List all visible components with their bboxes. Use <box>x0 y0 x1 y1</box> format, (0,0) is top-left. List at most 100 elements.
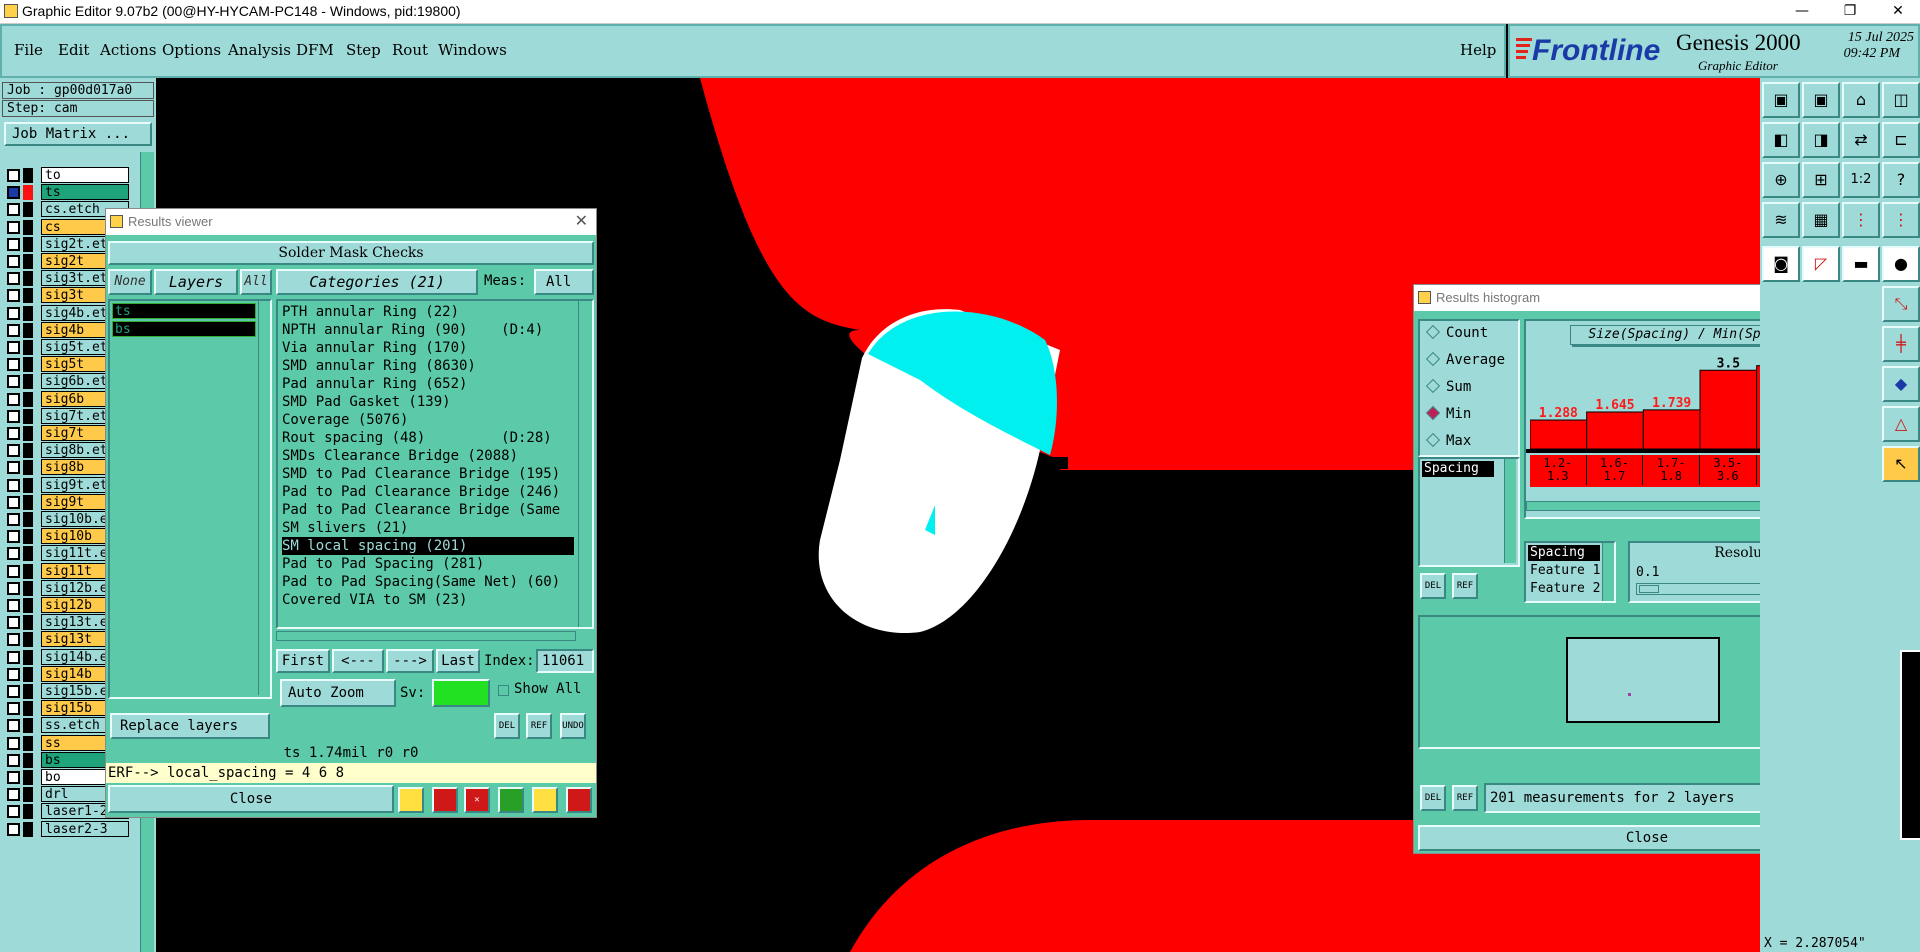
layer-checkbox[interactable] <box>7 805 20 819</box>
layer-checkbox[interactable] <box>7 667 20 681</box>
layer-checkbox[interactable] <box>7 237 20 251</box>
layer-checkbox[interactable] <box>7 599 20 612</box>
field-item[interactable]: Feature 1 <box>1528 563 1600 578</box>
first-button[interactable]: First <box>276 649 330 673</box>
layer-checkbox[interactable] <box>7 375 20 389</box>
list-icon[interactable] <box>532 787 558 813</box>
pan-left-icon[interactable]: ◧ <box>1762 122 1800 158</box>
layer-checkbox[interactable] <box>7 306 20 320</box>
edit-shape-icon[interactable]: ◸ <box>1802 246 1840 282</box>
layers-stack-icon[interactable]: ◆ <box>1882 366 1920 402</box>
layer-color-swatch[interactable] <box>23 649 33 665</box>
layer-checkbox[interactable] <box>7 650 20 664</box>
layer-color-swatch[interactable] <box>23 632 33 648</box>
drc-icon[interactable]: ╪ <box>1882 326 1920 362</box>
restore-button[interactable]: ❐ <box>1828 0 1872 24</box>
category-item[interactable]: Covered VIA to SM (23) <box>282 591 574 609</box>
category-item[interactable]: Pad to Pad Clearance Bridge (Same <box>282 501 574 519</box>
index-field[interactable]: 11061 <box>536 649 594 673</box>
layer-row[interactable]: ts <box>4 183 129 202</box>
replace-layers-dropdown[interactable]: Replace layers <box>110 713 270 739</box>
close-window-button[interactable]: ✕ <box>1876 0 1920 24</box>
layer-color-swatch[interactable] <box>23 735 33 751</box>
layer-color-swatch[interactable] <box>23 185 33 201</box>
layer-checkbox[interactable] <box>7 341 20 354</box>
layer-checkbox[interactable] <box>7 392 20 406</box>
radio-average[interactable]: Average <box>1425 351 1505 368</box>
meas-dropdown[interactable]: All <box>534 269 594 295</box>
show-all-checkbox[interactable] <box>498 685 509 696</box>
layer-color-swatch[interactable] <box>23 357 33 373</box>
radio-sum[interactable]: Sum <box>1425 378 1471 395</box>
layer-color-swatch[interactable] <box>23 408 33 424</box>
layer-color-swatch[interactable] <box>23 391 33 407</box>
layer-checkbox[interactable] <box>7 169 20 182</box>
grid-icon[interactable]: ▦ <box>1802 202 1840 238</box>
canvas-scroll-thumb[interactable] <box>1900 650 1920 840</box>
category-item[interactable]: Pad to Pad Spacing(Same Net) (60) <box>282 573 574 591</box>
field-item[interactable]: Feature 2 <box>1528 581 1600 596</box>
layer-color-swatch[interactable] <box>23 477 33 493</box>
pointer-icon[interactable]: ↖ <box>1882 446 1920 482</box>
layer-color-swatch[interactable] <box>23 598 33 613</box>
layer-color-swatch[interactable] <box>23 374 33 390</box>
hist-del-button[interactable]: DEL <box>1420 573 1446 599</box>
all-layers-button[interactable]: All <box>240 269 272 295</box>
histogram-bar[interactable] <box>1529 419 1588 450</box>
layer-color-swatch[interactable] <box>23 168 33 183</box>
category-item[interactable]: SMDs Clearance Bridge (2088) <box>282 447 574 465</box>
layer-checkbox[interactable] <box>7 736 20 750</box>
layer-color-swatch[interactable] <box>23 236 33 252</box>
layer-up-icon[interactable]: ▣ <box>1762 82 1800 118</box>
job-matrix-button[interactable]: Job Matrix ... <box>4 122 152 146</box>
layer-color-swatch[interactable] <box>23 546 33 562</box>
connect-icon[interactable]: ⤡ <box>1882 286 1920 322</box>
split-view-icon[interactable]: ◫ <box>1882 82 1920 118</box>
zoom-icon[interactable] <box>498 787 524 813</box>
last-button[interactable]: Last <box>436 649 480 673</box>
menu-options[interactable]: Options <box>162 41 221 59</box>
report-icon[interactable] <box>398 787 424 813</box>
layers-scrollbar[interactable] <box>258 301 270 695</box>
layer-checkbox[interactable] <box>7 323 20 337</box>
layer-color-swatch[interactable] <box>23 529 33 545</box>
mirror-icon[interactable]: ⇄ <box>1842 122 1880 158</box>
categories-hscrollbar[interactable] <box>276 631 576 641</box>
category-item[interactable]: Rout spacing (48) (D:28) <box>282 429 574 447</box>
measure-icon[interactable]: ≋ <box>1762 202 1800 238</box>
layer-color-swatch[interactable] <box>23 202 33 218</box>
layer-color-swatch[interactable] <box>23 787 33 803</box>
layer-name[interactable]: laser2-3 <box>41 820 129 837</box>
category-item[interactable]: SMD annular Ring (8630) <box>282 357 574 375</box>
layer-checkbox[interactable] <box>7 530 20 544</box>
layer-color-swatch[interactable] <box>23 494 33 510</box>
category-item[interactable]: PTH annular Ring (22) <box>282 303 574 321</box>
layer-checkbox[interactable] <box>7 788 20 802</box>
categories-button[interactable]: Categories (21) <box>276 269 478 295</box>
results-viewer-close-button[interactable]: Close <box>108 785 394 813</box>
category-item[interactable]: SM slivers (21) <box>282 519 574 537</box>
layer-checkbox[interactable] <box>7 186 20 200</box>
histogram-list-item[interactable]: Spacing <box>1422 461 1494 477</box>
histogram-bar[interactable] <box>1699 369 1758 450</box>
layer-checkbox[interactable] <box>7 495 20 509</box>
prev-button[interactable]: <--- <box>332 649 384 673</box>
menu-edit[interactable]: Edit <box>58 41 89 59</box>
layer-color-swatch[interactable] <box>23 322 33 338</box>
layer-checkbox[interactable] <box>7 547 20 561</box>
zoom-in-icon[interactable]: ⊞ <box>1802 162 1840 198</box>
pan-right-icon[interactable]: ◨ <box>1802 122 1840 158</box>
layer-checkbox[interactable] <box>7 203 20 217</box>
category-item[interactable]: SM local spacing (201) <box>282 537 574 555</box>
layer-color-swatch[interactable] <box>23 615 33 631</box>
layer-name[interactable]: to <box>41 167 129 183</box>
snapshot-icon[interactable]: ◙ <box>1762 246 1800 282</box>
layer-color-swatch[interactable] <box>23 219 33 235</box>
results-layer-item[interactable]: bs <box>112 321 256 337</box>
layer-color-swatch[interactable] <box>23 770 33 785</box>
layer-color-swatch[interactable] <box>23 684 33 699</box>
results-layer-item[interactable]: ts <box>112 303 256 319</box>
layer-name[interactable]: ts <box>41 184 129 201</box>
none-layers-button[interactable]: None <box>108 269 152 295</box>
layer-checkbox[interactable] <box>7 616 20 630</box>
